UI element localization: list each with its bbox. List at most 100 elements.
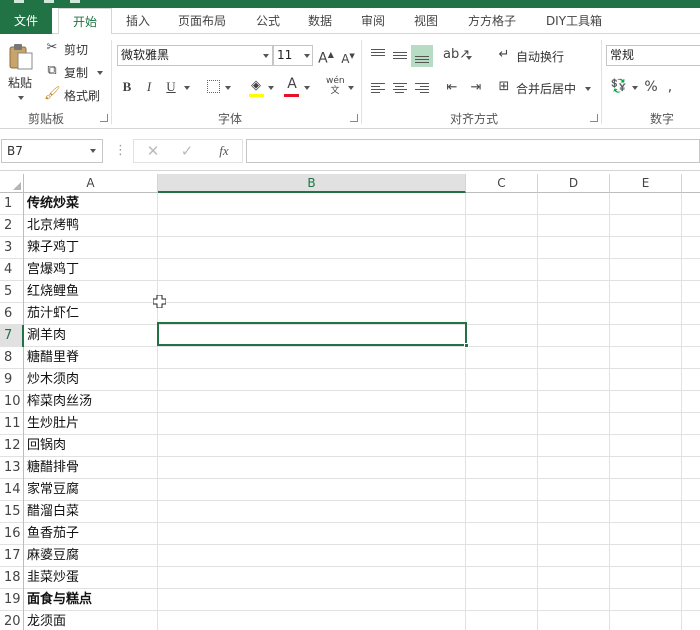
align-center-icon[interactable]	[392, 82, 408, 96]
tab-home[interactable]: 开始	[58, 8, 112, 35]
cell[interactable]	[158, 611, 466, 630]
cell[interactable]	[466, 325, 538, 347]
cell[interactable]	[682, 501, 700, 523]
cell[interactable]	[610, 413, 682, 435]
copy-button[interactable]: ⧉ 复制	[44, 62, 106, 82]
tab-page-layout[interactable]: 页面布局	[170, 8, 234, 34]
cell[interactable]	[610, 215, 682, 237]
column-header-f[interactable]	[682, 174, 700, 193]
cell[interactable]	[158, 545, 466, 567]
row-header[interactable]: 8	[0, 347, 24, 369]
row-header[interactable]: 6	[0, 303, 24, 325]
merge-center-button[interactable]: ⊞ 合并后居中	[496, 78, 594, 98]
cut-button[interactable]: ✂ 剪切	[44, 39, 104, 59]
cell[interactable]	[466, 391, 538, 413]
font-color-icon[interactable]: A	[284, 76, 300, 92]
row-header[interactable]: 4	[0, 259, 24, 281]
row-header[interactable]: 12	[0, 435, 24, 457]
cell[interactable]	[682, 523, 700, 545]
column-header-c[interactable]: C	[466, 174, 538, 193]
insert-function-icon[interactable]: fx	[216, 143, 232, 159]
cell[interactable]	[466, 413, 538, 435]
cell[interactable]	[158, 457, 466, 479]
cell[interactable]	[158, 281, 466, 303]
cell[interactable]	[158, 259, 466, 281]
orientation-icon[interactable]: ab↗	[443, 47, 470, 63]
clipboard-launcher-icon[interactable]	[100, 114, 108, 122]
fill-handle[interactable]	[464, 343, 469, 348]
cell[interactable]	[538, 237, 610, 259]
cell[interactable]	[158, 413, 466, 435]
cell[interactable]	[538, 391, 610, 413]
align-right-icon[interactable]	[414, 82, 430, 96]
cell[interactable]: 炒木须肉	[24, 369, 158, 391]
cell[interactable]: 红烧鲤鱼	[24, 281, 158, 303]
percent-button[interactable]: %	[643, 79, 659, 95]
undo-icon[interactable]	[44, 0, 54, 3]
cell[interactable]	[610, 589, 682, 611]
cell[interactable]	[466, 523, 538, 545]
cell[interactable]	[610, 193, 682, 215]
cell[interactable]	[158, 237, 466, 259]
cell[interactable]	[610, 545, 682, 567]
row-header[interactable]: 20	[0, 611, 24, 630]
row-header[interactable]: 1	[0, 193, 24, 215]
tab-insert[interactable]: 插入	[116, 8, 160, 34]
cell[interactable]	[466, 259, 538, 281]
paste-button[interactable]: 粘贴	[4, 40, 38, 104]
cell[interactable]	[466, 281, 538, 303]
row-header[interactable]: 3	[0, 237, 24, 259]
cell[interactable]	[158, 435, 466, 457]
cell[interactable]: 家常豆腐	[24, 479, 158, 501]
cell[interactable]	[466, 611, 538, 630]
column-header-b[interactable]: B	[158, 174, 466, 193]
cell[interactable]	[682, 567, 700, 589]
row-header[interactable]: 13	[0, 457, 24, 479]
cell[interactable]	[158, 391, 466, 413]
cell[interactable]: 传统炒菜	[24, 193, 158, 215]
tab-data[interactable]: 数据	[298, 8, 342, 34]
row-header[interactable]: 16	[0, 523, 24, 545]
cell[interactable]	[158, 193, 466, 215]
cell[interactable]	[610, 567, 682, 589]
cell[interactable]: 辣子鸡丁	[24, 237, 158, 259]
alignment-launcher-icon[interactable]	[590, 114, 598, 122]
row-header[interactable]: 9	[0, 369, 24, 391]
cell[interactable]	[610, 457, 682, 479]
cell[interactable]	[538, 193, 610, 215]
cell[interactable]: 糖醋排骨	[24, 457, 158, 479]
cell[interactable]	[538, 545, 610, 567]
cell[interactable]	[682, 193, 700, 215]
fill-color-icon[interactable]: ◈	[248, 78, 264, 94]
cell[interactable]	[538, 303, 610, 325]
cell[interactable]	[538, 347, 610, 369]
row-header[interactable]: 15	[0, 501, 24, 523]
cell[interactable]	[466, 567, 538, 589]
formula-input[interactable]	[246, 139, 700, 163]
cell[interactable]	[538, 435, 610, 457]
save-icon[interactable]	[14, 0, 24, 3]
cell[interactable]	[538, 479, 610, 501]
cell[interactable]	[538, 215, 610, 237]
active-cell-b7[interactable]	[157, 322, 469, 348]
cell[interactable]	[466, 589, 538, 611]
cell[interactable]	[610, 303, 682, 325]
number-format-select[interactable]: 常规	[606, 45, 700, 66]
cell[interactable]	[466, 303, 538, 325]
cell[interactable]	[158, 369, 466, 391]
grow-font-icon[interactable]: A▲	[318, 47, 334, 67]
cell[interactable]	[682, 413, 700, 435]
cell[interactable]	[682, 589, 700, 611]
cell[interactable]	[682, 325, 700, 347]
more-options-icon[interactable]: ⋮	[114, 143, 127, 159]
cell[interactable]	[610, 325, 682, 347]
cell[interactable]	[538, 567, 610, 589]
cell[interactable]: 茄汁虾仁	[24, 303, 158, 325]
tab-ffgz[interactable]: 方方格子	[460, 8, 524, 34]
row-header[interactable]: 19	[0, 589, 24, 611]
cell[interactable]	[610, 259, 682, 281]
accounting-format-icon[interactable]: 💱	[610, 79, 628, 95]
increase-indent-icon[interactable]: ⇥	[467, 80, 485, 96]
cancel-icon[interactable]: ✕	[146, 143, 160, 159]
cell[interactable]	[538, 413, 610, 435]
